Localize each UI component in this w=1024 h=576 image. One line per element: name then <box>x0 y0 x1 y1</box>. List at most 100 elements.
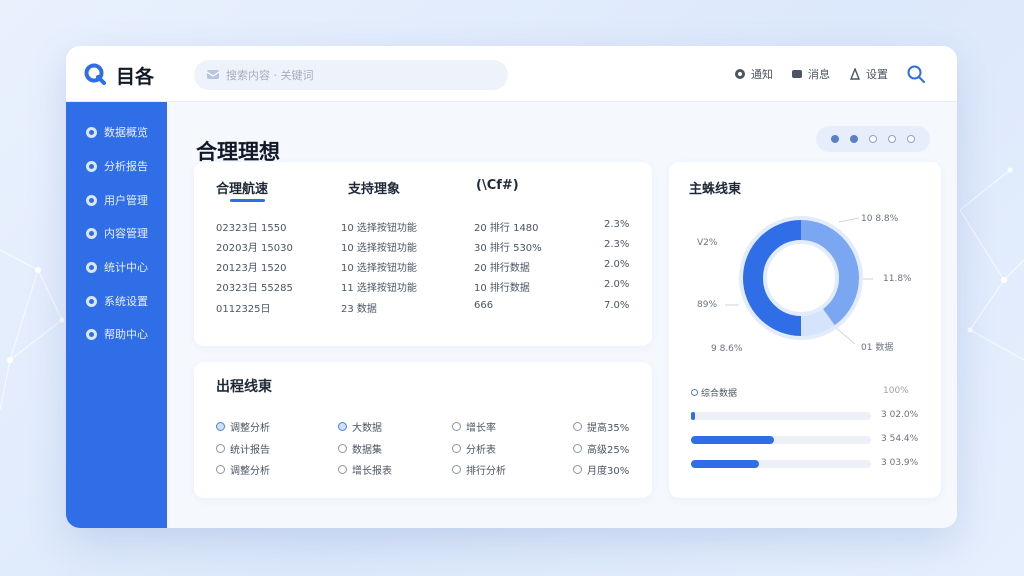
stat-item[interactable]: 分析表 <box>452 441 496 456</box>
table-cell: 20323日 55285 <box>216 283 293 294</box>
message-label: 消息 <box>808 68 830 81</box>
table-cell: 11 选择按钮功能 <box>341 283 417 294</box>
view-dot-4[interactable] <box>887 135 896 143</box>
status-icon <box>338 465 347 474</box>
donut-label-left-low: 89% <box>697 300 718 310</box>
table-cell: 666 <box>474 300 494 311</box>
table-cell: 7.0% <box>604 300 630 311</box>
logo-icon <box>84 63 106 85</box>
sidebar-item-label: 统计中心 <box>104 261 148 274</box>
table-cell: 2.0% <box>604 279 630 290</box>
sidebar-item-overview[interactable]: 数据概览 <box>86 124 148 140</box>
table-cell: 0112325日 <box>216 304 271 315</box>
data-table-card: 合理航速 支持理象 (\Cf#) 02323日 1550 10 选择按钮功能 2… <box>194 162 652 346</box>
stat-label: 高级25% <box>587 445 630 456</box>
settings-button[interactable]: 设置 <box>849 66 888 82</box>
sidebar-item-label: 内容管理 <box>104 227 148 240</box>
stat-label: 数据集 <box>352 445 382 456</box>
table-cell: 20 排行数据 <box>474 263 530 274</box>
stat-item[interactable]: 调整分析 <box>216 462 270 477</box>
table-cell: 2.3% <box>604 239 630 250</box>
stat-item[interactable]: 大数据 <box>338 419 382 434</box>
sidebar-item-settings[interactable]: 系统设置 <box>86 293 148 309</box>
content-icon <box>86 227 97 239</box>
sidebar-item-label: 数据概览 <box>104 126 148 139</box>
view-switcher[interactable] <box>816 126 930 152</box>
view-dot-3[interactable] <box>868 135 877 143</box>
progress-track-1 <box>691 412 871 420</box>
status-icon <box>216 444 225 453</box>
stat-label: 月度30% <box>587 466 630 477</box>
table-cell: 20203月 15030 <box>216 243 293 254</box>
sidebar-item-help[interactable]: 帮助中心 <box>86 326 148 342</box>
status-icon <box>452 444 461 453</box>
status-icon <box>573 422 582 431</box>
stat-label: 分析表 <box>466 445 496 456</box>
table-cell: 10 排行数据 <box>474 283 530 294</box>
view-dot-5[interactable] <box>906 135 915 143</box>
sidebar-item-stats[interactable]: 统计中心 <box>86 259 148 275</box>
status-icon <box>338 422 347 431</box>
stat-item[interactable]: 增长率 <box>452 419 496 434</box>
table-header-1[interactable]: 合理航速 <box>216 178 268 197</box>
view-dot-2[interactable] <box>850 135 859 143</box>
active-tab-indicator <box>230 199 265 202</box>
table-cell: 2.3% <box>604 219 630 230</box>
stat-label: 统计报告 <box>230 445 270 456</box>
donut-label-left: V2% <box>697 238 718 248</box>
sidebar-item-label: 用户管理 <box>104 194 148 207</box>
legend-icon <box>691 389 698 396</box>
report-icon <box>86 160 97 172</box>
message-icon <box>792 70 802 78</box>
sidebar-item-reports[interactable]: 分析报告 <box>86 158 148 174</box>
donut-hole <box>775 252 827 304</box>
table-cell: 20 排行 1480 <box>474 223 539 234</box>
bell-icon <box>735 69 745 79</box>
progress-fill-3 <box>691 460 760 468</box>
stat-item[interactable]: 统计报告 <box>216 441 270 456</box>
stat-item[interactable]: 数据集 <box>338 441 382 456</box>
table-header-3[interactable]: (\Cf#) <box>476 178 519 193</box>
stat-label: 增长报表 <box>352 466 392 477</box>
stat-label: 大数据 <box>352 423 382 434</box>
view-dot-1[interactable] <box>831 135 840 143</box>
user-icon <box>86 194 97 206</box>
table-cell: 30 排行 530% <box>474 243 542 254</box>
progress-value-3: 3 03.9% <box>881 458 919 468</box>
table-header-2[interactable]: 支持理象 <box>348 178 400 197</box>
stat-label: 增长率 <box>466 423 496 434</box>
progress-track-2 <box>691 436 871 444</box>
stat-item[interactable]: 月度30% <box>573 462 629 477</box>
summary-title: 出程线東 <box>216 379 272 395</box>
table-cell: 10 选择按钮功能 <box>341 263 417 274</box>
sidebar: 数据概览 分析报告 用户管理 内容管理 统计中心 系统设置 帮助中心 <box>66 102 167 528</box>
sidebar-item-content[interactable]: 内容管理 <box>86 225 148 241</box>
table-cell: 02323日 1550 <box>216 223 287 234</box>
donut-label-bottom-left: 9 8.6% <box>711 344 743 354</box>
stat-item[interactable]: 排行分析 <box>452 462 506 477</box>
progress-value-1: 3 02.0% <box>881 410 919 420</box>
stat-item[interactable]: 增长报表 <box>338 462 392 477</box>
legend-header-label: 综合数据 <box>701 389 738 399</box>
search-icon[interactable] <box>906 64 926 84</box>
notification-label: 通知 <box>751 68 773 81</box>
help-icon <box>86 328 97 340</box>
search-placeholder: 搜索内容 · 关键词 <box>226 69 314 82</box>
donut-chart <box>739 216 863 340</box>
stat-item[interactable]: 提高35% <box>573 419 629 434</box>
top-bar: 目各 搜索内容 · 关键词 通知 消息 设置 <box>66 46 957 102</box>
sidebar-item-users[interactable]: 用户管理 <box>86 192 148 208</box>
donut-label-top-right: 10 8.8% <box>861 214 899 224</box>
legend-total: 100% <box>883 386 909 396</box>
mail-icon <box>206 70 220 79</box>
stat-item[interactable]: 调整分析 <box>216 419 270 434</box>
sidebar-item-label: 帮助中心 <box>104 328 148 341</box>
stat-item[interactable]: 高级25% <box>573 441 629 456</box>
sidebar-item-label: 系统设置 <box>104 295 148 308</box>
notification-button[interactable]: 通知 <box>734 66 773 82</box>
logo-text: 目各 <box>116 66 155 88</box>
stat-label: 调整分析 <box>230 466 270 477</box>
search-input[interactable]: 搜索内容 · 关键词 <box>194 60 508 90</box>
dashboard-icon <box>86 126 97 138</box>
message-button[interactable]: 消息 <box>791 66 830 82</box>
